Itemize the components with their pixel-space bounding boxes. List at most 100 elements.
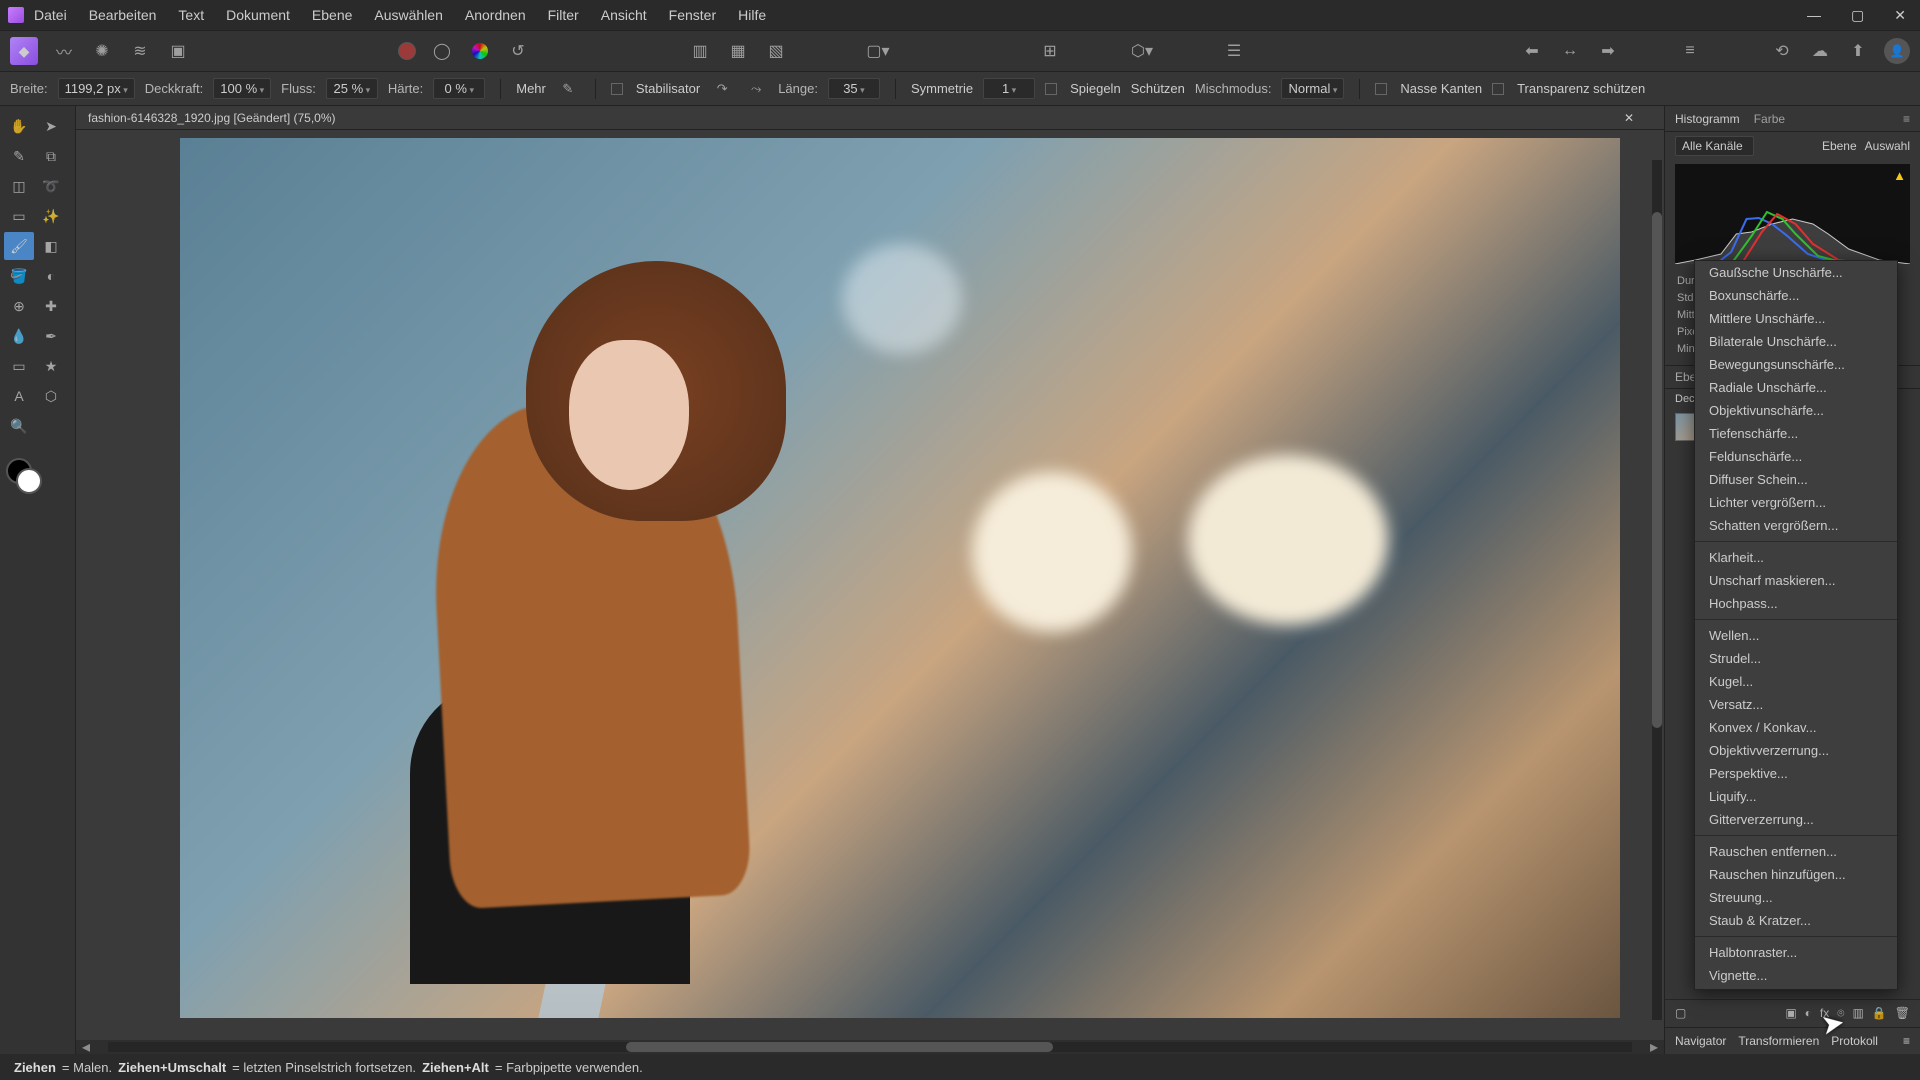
fx-menu-item[interactable]: Feldunschärfe...	[1695, 445, 1897, 468]
document-tab-title[interactable]: fashion-6146328_1920.jpg [Geändert] (75,…	[88, 111, 336, 125]
fx-menu-item[interactable]: Hochpass...	[1695, 592, 1897, 615]
mischmodus-select[interactable]: Normal	[1281, 78, 1344, 99]
menu-ansicht[interactable]: Ansicht	[601, 7, 647, 23]
breite-field[interactable]: 1199,2 px	[58, 78, 135, 99]
cloud-icon[interactable]: ☁	[1808, 39, 1832, 63]
fx-menu-item[interactable]: Halbtonraster...	[1695, 941, 1897, 964]
fx-menu-item[interactable]: Staub & Kratzer...	[1695, 909, 1897, 932]
fx-menu-item[interactable]: Gaußsche Unschärfe...	[1695, 261, 1897, 284]
arrange-left-icon[interactable]: ⬅	[1520, 39, 1544, 63]
menu-dokument[interactable]: Dokument	[226, 7, 290, 23]
nasse-checkbox[interactable]	[1375, 83, 1387, 95]
lock-layer-icon[interactable]: 🔒	[1872, 1006, 1887, 1021]
snapping-icon[interactable]: ▢▾	[866, 39, 890, 63]
fx-menu-item[interactable]: Wellen...	[1695, 624, 1897, 647]
fx-menu-item[interactable]: Unscharf maskieren...	[1695, 569, 1897, 592]
quick-mask-icon[interactable]: ☰	[1222, 39, 1246, 63]
stabilisator-checkbox[interactable]	[611, 83, 623, 95]
menu-auswaehlen[interactable]: Auswählen	[374, 7, 443, 23]
fx-menu-item[interactable]: Bewegungsunschärfe...	[1695, 353, 1897, 376]
fx-menu-item[interactable]: Diffuser Schein...	[1695, 468, 1897, 491]
fx-menu-item[interactable]: Tiefenschärfe...	[1695, 422, 1897, 445]
export-persona-icon[interactable]: ▣	[166, 39, 190, 63]
group-layer-icon[interactable]: ▥	[1852, 1006, 1863, 1021]
fx-menu-item[interactable]: Liquify...	[1695, 785, 1897, 808]
fx-layer-icon[interactable]: fx	[1820, 1006, 1829, 1021]
star-tool-icon[interactable]: ★	[36, 352, 66, 380]
clone-tool-icon[interactable]: ⊕	[4, 292, 34, 320]
adjustment-layer-icon[interactable]: ◐	[1805, 1006, 1812, 1021]
fx-menu-item[interactable]: Objektivunschärfe...	[1695, 399, 1897, 422]
fx-menu-item[interactable]: Perspektive...	[1695, 762, 1897, 785]
layer-mask-icon[interactable]: ▢	[1675, 1006, 1686, 1021]
healing-tool-icon[interactable]: ✚	[36, 292, 66, 320]
align-left-icon[interactable]: ▥	[688, 39, 712, 63]
brush-color-icon[interactable]	[468, 39, 492, 63]
arrange-center-icon[interactable]: ↔	[1558, 39, 1582, 63]
view-tool-icon[interactable]: ✋	[4, 112, 34, 140]
fx-menu-item[interactable]: Vignette...	[1695, 964, 1897, 987]
text-tool-icon[interactable]: A	[4, 382, 34, 410]
bottom-panel-options-icon[interactable]: ≡	[1903, 1034, 1910, 1048]
vector-tool-icon[interactable]: ⬡	[36, 382, 66, 410]
tab-navigator[interactable]: Navigator	[1675, 1034, 1726, 1048]
tab-protokoll[interactable]: Protokoll	[1831, 1034, 1878, 1048]
arrange-right-icon[interactable]: ➡	[1596, 39, 1620, 63]
fx-menu-item[interactable]: Schatten vergrößern...	[1695, 514, 1897, 537]
spiegeln-checkbox[interactable]	[1045, 83, 1057, 95]
schuetzen-label[interactable]: Schützen	[1131, 81, 1185, 96]
align-right-icon[interactable]: ▧	[764, 39, 788, 63]
add-layer-icon[interactable]: ▣	[1785, 1006, 1796, 1021]
tone-map-persona-icon[interactable]: ≋	[128, 39, 152, 63]
assistant-icon[interactable]: ⊞	[1038, 39, 1062, 63]
zoom-tool-icon[interactable]: 🔍	[4, 412, 34, 440]
menu-bearbeiten[interactable]: Bearbeiten	[89, 7, 157, 23]
sync-icon[interactable]: ⟲	[1770, 39, 1794, 63]
blur-tool-icon[interactable]: 💧	[4, 322, 34, 350]
channels-select[interactable]: Alle Kanäle	[1675, 136, 1754, 156]
lock-icon[interactable]: ⬡▾	[1130, 39, 1154, 63]
menu-datei[interactable]: Datei	[34, 7, 67, 23]
menu-text[interactable]: Text	[178, 7, 204, 23]
fx-menu-item[interactable]: Strudel...	[1695, 647, 1897, 670]
shape-tool-icon[interactable]: ▭	[4, 352, 34, 380]
fx-menu-item[interactable]: Mittlere Unschärfe...	[1695, 307, 1897, 330]
fx-menu-item[interactable]: Versatz...	[1695, 693, 1897, 716]
panel-options-icon[interactable]: ≡	[1903, 112, 1910, 126]
brush-shape-icon[interactable]: ◯	[430, 39, 454, 63]
menu-ebene[interactable]: Ebene	[312, 7, 352, 23]
align-button[interactable]: ≡	[1678, 39, 1702, 63]
marquee-tool-icon[interactable]: ▭	[4, 202, 34, 230]
dodge-tool-icon[interactable]: ◐	[36, 262, 66, 290]
brush-reset-icon[interactable]: ↺	[506, 39, 530, 63]
color-picker-tool-icon[interactable]: ✎	[4, 142, 34, 170]
share-icon[interactable]: ⬆	[1846, 39, 1870, 63]
stabilisator-mode2-icon[interactable]: ⤳	[744, 77, 768, 101]
maximize-button[interactable]: ▢	[1845, 5, 1870, 26]
pen-tool-icon[interactable]: ✒	[36, 322, 66, 350]
fx-menu-item[interactable]: Gitterverzerrung...	[1695, 808, 1897, 831]
menu-anordnen[interactable]: Anordnen	[465, 7, 526, 23]
horizontal-scrollbar[interactable]: ◂ ▸	[76, 1040, 1664, 1054]
tab-farbe[interactable]: Farbe	[1754, 112, 1785, 126]
brush-dynamics-icon[interactable]: ✎	[556, 77, 580, 101]
user-avatar[interactable]: 👤	[1884, 38, 1910, 64]
mehr-button[interactable]: Mehr	[516, 81, 546, 96]
scope-ebene[interactable]: Ebene	[1822, 139, 1857, 153]
stabilisator-mode1-icon[interactable]: ↷	[710, 77, 734, 101]
trans-checkbox[interactable]	[1492, 83, 1504, 95]
fx-menu-item[interactable]: Objektivverzerrung...	[1695, 739, 1897, 762]
develop-persona-icon[interactable]: ✺	[90, 39, 114, 63]
laenge-field[interactable]: 35	[828, 78, 880, 99]
fx-menu-item[interactable]: Kugel...	[1695, 670, 1897, 693]
haerte-field[interactable]: 0 %	[433, 78, 485, 99]
menu-filter[interactable]: Filter	[548, 7, 579, 23]
swatch-foreground[interactable]	[16, 468, 42, 494]
fx-menu-item[interactable]: Boxunschärfe...	[1695, 284, 1897, 307]
lasso-tool-icon[interactable]: ➰	[36, 172, 66, 200]
brush-color-swatch-1[interactable]	[398, 42, 416, 60]
symmetrie-field[interactable]: 1	[983, 78, 1035, 99]
tab-transformieren[interactable]: Transformieren	[1738, 1034, 1819, 1048]
delete-layer-icon[interactable]: 🗑	[1895, 1006, 1910, 1021]
document-tab-close-icon[interactable]: ✕	[1624, 111, 1634, 125]
